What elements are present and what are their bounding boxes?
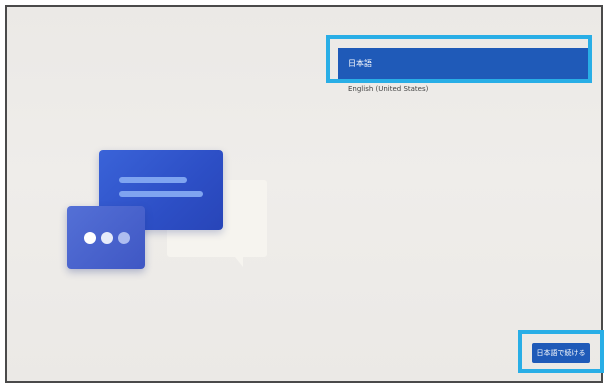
continue-button[interactable]: 日本語で続ける bbox=[532, 343, 590, 363]
dot-icon bbox=[101, 232, 113, 244]
selection-highlight-frame bbox=[326, 35, 592, 83]
dot-icon bbox=[118, 232, 130, 244]
typing-bubble bbox=[67, 206, 145, 269]
text-line-icon bbox=[119, 177, 187, 183]
text-line-icon bbox=[119, 191, 203, 197]
language-illustration bbox=[62, 145, 282, 275]
bubble-tail bbox=[235, 257, 243, 267]
dot-icon bbox=[84, 232, 96, 244]
